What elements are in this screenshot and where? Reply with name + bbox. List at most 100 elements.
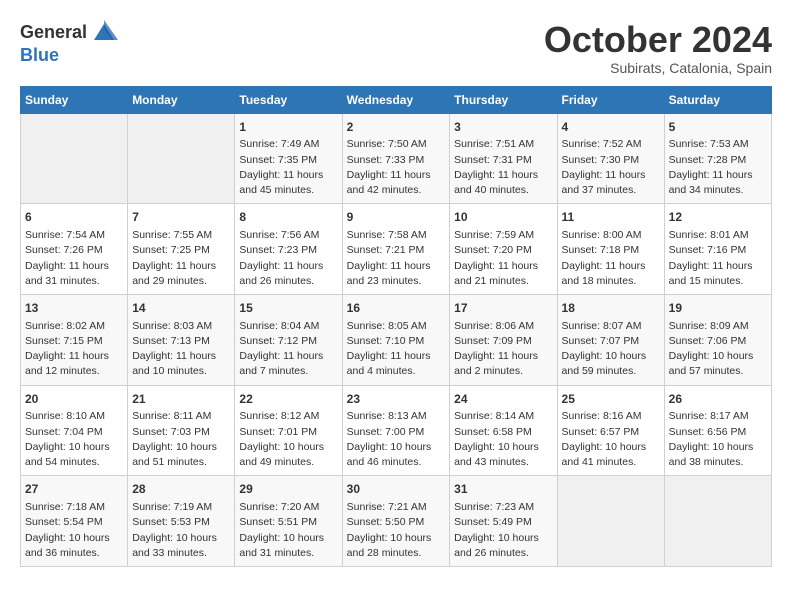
week-row-4: 20Sunrise: 8:10 AM Sunset: 7:04 PM Dayli…: [21, 385, 772, 476]
logo: General Blue: [20, 20, 118, 66]
day-number: 7: [132, 209, 230, 226]
calendar-cell: 12Sunrise: 8:01 AM Sunset: 7:16 PM Dayli…: [664, 204, 771, 295]
day-number: 13: [25, 300, 123, 317]
calendar-cell: [557, 476, 664, 567]
calendar-cell: 23Sunrise: 8:13 AM Sunset: 7:00 PM Dayli…: [342, 385, 450, 476]
header-row: SundayMondayTuesdayWednesdayThursdayFrid…: [21, 86, 772, 113]
calendar-cell: 27Sunrise: 7:18 AM Sunset: 5:54 PM Dayli…: [21, 476, 128, 567]
calendar-cell: 25Sunrise: 8:16 AM Sunset: 6:57 PM Dayli…: [557, 385, 664, 476]
day-info: Sunrise: 8:11 AM Sunset: 7:03 PM Dayligh…: [132, 409, 230, 470]
calendar-cell: 16Sunrise: 8:05 AM Sunset: 7:10 PM Dayli…: [342, 294, 450, 385]
calendar-header: SundayMondayTuesdayWednesdayThursdayFrid…: [21, 86, 772, 113]
week-row-1: 1Sunrise: 7:49 AM Sunset: 7:35 PM Daylig…: [21, 113, 772, 204]
day-number: 17: [454, 300, 552, 317]
calendar-cell: 29 Sunrise: 7:20 AM Sunset: 5:51 PM Dayli…: [235, 476, 342, 567]
day-number: 20: [25, 391, 123, 408]
day-number: 22: [239, 391, 337, 408]
day-number: 31: [454, 481, 552, 498]
calendar-cell: 15 Sunrise: 8:04 AM Sunset: 7:12 PM Dayli…: [235, 294, 342, 385]
calendar-cell: 4Sunrise: 7:52 AM Sunset: 7:30 PM Daylig…: [557, 113, 664, 204]
week-row-5: 27Sunrise: 7:18 AM Sunset: 5:54 PM Dayli…: [21, 476, 772, 567]
day-info: Sunrise: 8:13 AM Sunset: 7:00 PM Dayligh…: [347, 409, 446, 470]
day-info: Sunrise: 8:14 AM Sunset: 6:58 PM Dayligh…: [454, 409, 552, 470]
day-number: 29: [239, 481, 337, 498]
calendar-cell: 7Sunrise: 7:55 AM Sunset: 7:25 PM Daylig…: [128, 204, 235, 295]
calendar-cell: 6 Sunrise: 7:54 AM Sunset: 7:26 PM Daylig…: [21, 204, 128, 295]
day-info: Sunrise: 7:19 AM Sunset: 5:53 PM Dayligh…: [132, 500, 230, 561]
day-info: Sunrise: 7:59 AM Sunset: 7:20 PM Dayligh…: [454, 228, 552, 289]
calendar-cell: 18 Sunrise: 8:07 AM Sunset: 7:07 PM Dayli…: [557, 294, 664, 385]
calendar-cell: 8 Sunrise: 7:56 AM Sunset: 7:23 PM Daylig…: [235, 204, 342, 295]
calendar-cell: 22Sunrise: 8:12 AM Sunset: 7:01 PM Dayli…: [235, 385, 342, 476]
day-number: 28: [132, 481, 230, 498]
day-number: 2: [347, 119, 446, 136]
day-info: Sunrise: 8:10 AM Sunset: 7:04 PM Dayligh…: [25, 409, 123, 470]
calendar-cell: 10 Sunrise: 7:59 AM Sunset: 7:20 PM Dayli…: [450, 204, 557, 295]
header: General Blue October 2024 Subirats, Cata…: [20, 20, 772, 76]
day-info: Sunrise: 7:53 AM Sunset: 7:28 PM Dayligh…: [669, 137, 767, 198]
logo-general: General: [20, 22, 87, 42]
day-number: 23: [347, 391, 446, 408]
day-info: Sunrise: 7:21 AM Sunset: 5:50 PM Dayligh…: [347, 500, 446, 561]
calendar-cell: [128, 113, 235, 204]
day-info: Sunrise: 7:58 AM Sunset: 7:21 PM Dayligh…: [347, 228, 446, 289]
calendar-cell: [664, 476, 771, 567]
logo-icon: [90, 18, 118, 46]
day-info: Sunrise: 7:23 AM Sunset: 5:49 PM Dayligh…: [454, 500, 552, 561]
header-day-friday: Friday: [557, 86, 664, 113]
day-number: 15: [239, 300, 337, 317]
calendar-body: 1Sunrise: 7:49 AM Sunset: 7:35 PM Daylig…: [21, 113, 772, 566]
week-row-2: 6 Sunrise: 7:54 AM Sunset: 7:26 PM Daylig…: [21, 204, 772, 295]
calendar-cell: 20Sunrise: 8:10 AM Sunset: 7:04 PM Dayli…: [21, 385, 128, 476]
calendar-cell: 24Sunrise: 8:14 AM Sunset: 6:58 PM Dayli…: [450, 385, 557, 476]
calendar-cell: 26Sunrise: 8:17 AM Sunset: 6:56 PM Dayli…: [664, 385, 771, 476]
day-number: 12: [669, 209, 767, 226]
day-info: Sunrise: 8:06 AM Sunset: 7:09 PM Dayligh…: [454, 319, 552, 380]
day-number: 10: [454, 209, 552, 226]
day-number: 21: [132, 391, 230, 408]
day-number: 11: [562, 209, 660, 226]
day-number: 4: [562, 119, 660, 136]
day-info: Sunrise: 7:54 AM Sunset: 7:26 PM Dayligh…: [25, 228, 123, 289]
header-day-sunday: Sunday: [21, 86, 128, 113]
day-info: Sunrise: 8:09 AM Sunset: 7:06 PM Dayligh…: [669, 319, 767, 380]
day-number: 9: [347, 209, 446, 226]
header-day-thursday: Thursday: [450, 86, 557, 113]
day-number: 27: [25, 481, 123, 498]
day-number: 24: [454, 391, 552, 408]
day-number: 1: [239, 119, 337, 136]
day-number: 3: [454, 119, 552, 136]
day-number: 26: [669, 391, 767, 408]
calendar-cell: 5Sunrise: 7:53 AM Sunset: 7:28 PM Daylig…: [664, 113, 771, 204]
day-number: 19: [669, 300, 767, 317]
day-number: 18: [562, 300, 660, 317]
calendar-cell: 2Sunrise: 7:50 AM Sunset: 7:33 PM Daylig…: [342, 113, 450, 204]
calendar-cell: 30 Sunrise: 7:21 AM Sunset: 5:50 PM Dayli…: [342, 476, 450, 567]
day-info: Sunrise: 8:02 AM Sunset: 7:15 PM Dayligh…: [25, 319, 123, 380]
calendar-cell: 21Sunrise: 8:11 AM Sunset: 7:03 PM Dayli…: [128, 385, 235, 476]
header-day-saturday: Saturday: [664, 86, 771, 113]
calendar-cell: 13 Sunrise: 8:02 AM Sunset: 7:15 PM Dayli…: [21, 294, 128, 385]
day-info: Sunrise: 7:50 AM Sunset: 7:33 PM Dayligh…: [347, 137, 446, 198]
day-info: Sunrise: 8:17 AM Sunset: 6:56 PM Dayligh…: [669, 409, 767, 470]
calendar-cell: 19 Sunrise: 8:09 AM Sunset: 7:06 PM Dayli…: [664, 294, 771, 385]
header-day-wednesday: Wednesday: [342, 86, 450, 113]
day-number: 30: [347, 481, 446, 498]
calendar-cell: 1Sunrise: 7:49 AM Sunset: 7:35 PM Daylig…: [235, 113, 342, 204]
day-info: Sunrise: 7:20 AM Sunset: 5:51 PM Dayligh…: [239, 500, 337, 561]
week-row-3: 13 Sunrise: 8:02 AM Sunset: 7:15 PM Dayli…: [21, 294, 772, 385]
day-info: Sunrise: 8:04 AM Sunset: 7:12 PM Dayligh…: [239, 319, 337, 380]
calendar-cell: 17 Sunrise: 8:06 AM Sunset: 7:09 PM Dayli…: [450, 294, 557, 385]
day-number: 6: [25, 209, 123, 226]
calendar-cell: 28 Sunrise: 7:19 AM Sunset: 5:53 PM Dayli…: [128, 476, 235, 567]
day-number: 5: [669, 119, 767, 136]
location-subtitle: Subirats, Catalonia, Spain: [544, 60, 772, 76]
calendar-cell: 9 Sunrise: 7:58 AM Sunset: 7:21 PM Daylig…: [342, 204, 450, 295]
day-info: Sunrise: 8:07 AM Sunset: 7:07 PM Dayligh…: [562, 319, 660, 380]
day-info: Sunrise: 8:00 AM Sunset: 7:18 PM Dayligh…: [562, 228, 660, 289]
day-info: Sunrise: 7:56 AM Sunset: 7:23 PM Dayligh…: [239, 228, 337, 289]
day-info: Sunrise: 7:52 AM Sunset: 7:30 PM Dayligh…: [562, 137, 660, 198]
calendar-cell: 31 Sunrise: 7:23 AM Sunset: 5:49 PM Dayli…: [450, 476, 557, 567]
day-number: 8: [239, 209, 337, 226]
day-info: Sunrise: 8:05 AM Sunset: 7:10 PM Dayligh…: [347, 319, 446, 380]
